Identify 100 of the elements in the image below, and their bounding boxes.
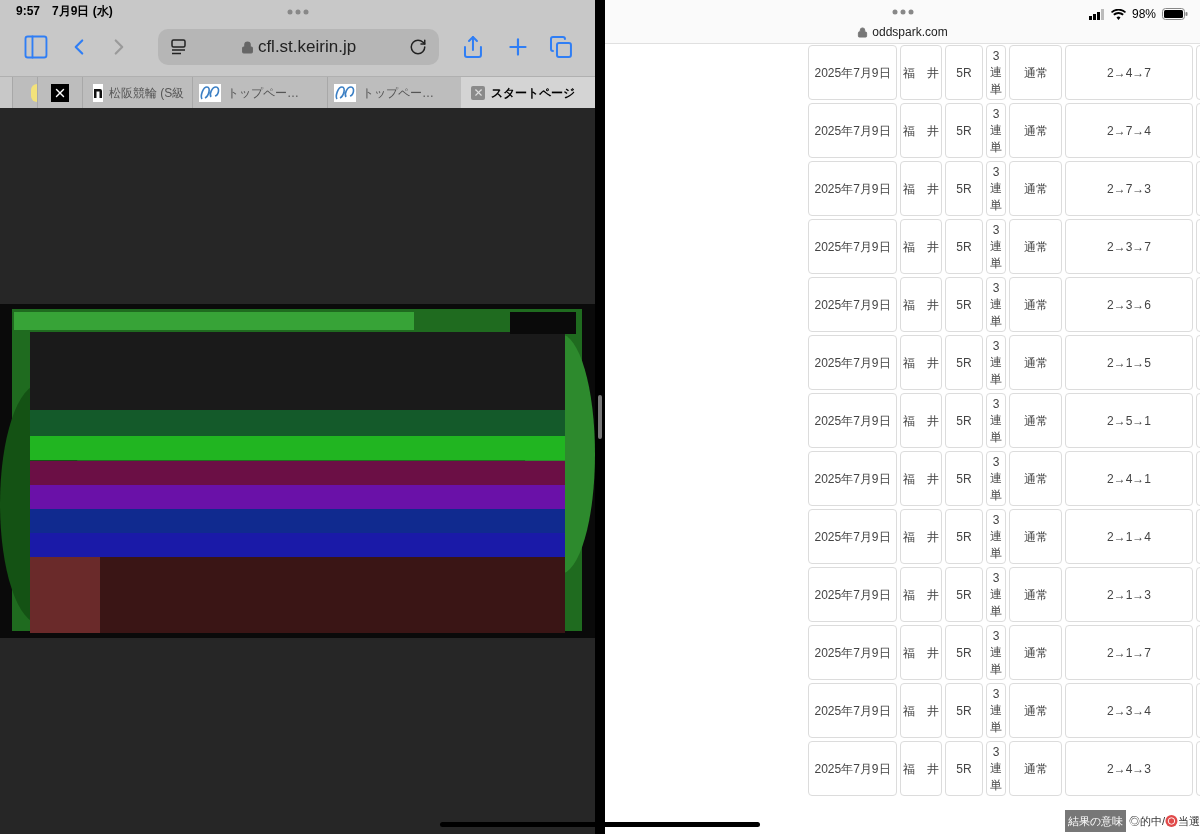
mode-cell: 通常 — [1009, 683, 1062, 738]
date-cell: 2025年7月9日 — [808, 45, 897, 100]
result-cell: 2→4→1 — [1065, 451, 1193, 506]
race-cell: 5R — [945, 335, 983, 390]
date-cell: 2025年7月9日 — [808, 741, 897, 796]
date-cell: 2025年7月9日 — [808, 393, 897, 448]
n-logo-icon — [93, 83, 103, 102]
date-cell: 2025年7月9日 — [808, 567, 897, 622]
date-cell: 2025年7月9日 — [808, 625, 897, 680]
flower-icon — [1165, 814, 1178, 828]
result-cell: 2→4→3 — [1065, 741, 1193, 796]
result-cell: 2→3→6 — [1065, 277, 1193, 332]
url-text: cfl.st.keirin.jp — [257, 36, 357, 59]
mode-cell: 通常 — [1009, 509, 1062, 564]
date-cell: 2025年7月9日 — [808, 683, 897, 738]
date-cell: 2025年7月9日 — [808, 509, 897, 564]
venue-cell: 福 井 — [900, 393, 942, 448]
loop-logo-icon — [199, 83, 221, 102]
date-cell: 2025年7月9日 — [808, 277, 897, 332]
status-time: 9:57 — [16, 3, 41, 20]
bet-type-cell: 3連単 — [986, 741, 1006, 796]
legend-hit: ◎的中/ — [1128, 813, 1166, 829]
browser-tab[interactable]: トップペー… — [327, 77, 461, 108]
date-cell: 2025年7月9日 — [808, 451, 897, 506]
browser-tab[interactable]: 松阪競輪 (S級 — [82, 77, 192, 108]
venue-cell: 福 井 — [900, 161, 942, 216]
venue-cell: 福 井 — [900, 567, 942, 622]
result-cell: 2→1→4 — [1065, 509, 1193, 564]
race-cell: 5R — [945, 103, 983, 158]
result-cell: 2→1→3 — [1065, 567, 1193, 622]
status-date: 7月9日 (水) — [52, 3, 113, 20]
browser-tab[interactable]: トップペー… — [192, 77, 327, 108]
address-bar[interactable]: cfl.st.keirin.jp — [157, 29, 440, 65]
race-cell: 5R — [945, 277, 983, 332]
result-cell: 2→7→3 — [1065, 161, 1193, 216]
bet-type-cell: 3連単 — [986, 277, 1006, 332]
favicon-icon — [31, 83, 37, 102]
multitask-dots-icon[interactable] — [891, 9, 914, 15]
race-cell: 5R — [945, 45, 983, 100]
sidebar-icon[interactable] — [22, 33, 50, 61]
venue-cell: 福 井 — [900, 335, 942, 390]
venue-cell: 福 井 — [900, 683, 942, 738]
race-cell: 5R — [945, 451, 983, 506]
date-cell: 2025年7月9日 — [808, 161, 897, 216]
x-logo-icon — [51, 83, 69, 102]
race-cell: 5R — [945, 625, 983, 680]
mode-cell: 通常 — [1009, 567, 1062, 622]
venue-cell: 福 井 — [900, 509, 942, 564]
legend-win: 当選 — [1178, 813, 1200, 829]
result-cell: 2→7→4 — [1065, 103, 1193, 158]
result-cell: 2→4→7 — [1065, 45, 1193, 100]
venue-cell: 福 井 — [900, 741, 942, 796]
mode-cell: 通常 — [1009, 451, 1062, 506]
tabs-overview-icon[interactable] — [549, 35, 573, 59]
legend-label: 結果の意味 — [1065, 810, 1126, 832]
race-cell: 5R — [945, 567, 983, 622]
wifi-icon — [1110, 8, 1126, 20]
bet-type-cell: 3連単 — [986, 103, 1006, 158]
result-cell: 2→1→5 — [1065, 335, 1193, 390]
race-cell: 5R — [945, 741, 983, 796]
bet-type-cell: 3連単 — [986, 451, 1006, 506]
bet-type-cell: 3連単 — [986, 161, 1006, 216]
bet-type-cell: 3連単 — [986, 335, 1006, 390]
venue-cell: 福 井 — [900, 103, 942, 158]
close-tab-icon[interactable] — [471, 85, 485, 100]
lock-icon — [857, 26, 869, 38]
date-cell: 2025年7月9日 — [808, 335, 897, 390]
page-menu-icon[interactable] — [169, 38, 188, 56]
venue-cell: 福 井 — [900, 45, 942, 100]
venue-cell: 福 井 — [900, 625, 942, 680]
reload-icon[interactable] — [409, 38, 428, 56]
multitask-dots-icon[interactable] — [287, 9, 309, 15]
mode-cell: 通常 — [1009, 335, 1062, 390]
browser-tab[interactable]: スタートページ — [461, 77, 595, 108]
bet-type-cell: 3連単 — [986, 625, 1006, 680]
battery-icon — [1162, 8, 1188, 20]
battery-percent: 98% — [1131, 6, 1156, 23]
bet-type-cell: 3連単 — [986, 683, 1006, 738]
race-cell: 5R — [945, 509, 983, 564]
race-cell: 5R — [945, 161, 983, 216]
mode-cell: 通常 — [1009, 161, 1062, 216]
venue-cell: 福 井 — [900, 451, 942, 506]
mode-cell: 通常 — [1009, 741, 1062, 796]
mode-cell: 通常 — [1009, 625, 1062, 680]
browser-tab[interactable] — [37, 77, 82, 108]
venue-cell: 福 井 — [900, 277, 942, 332]
split-handle[interactable] — [598, 395, 602, 439]
bet-type-cell: 3連単 — [986, 219, 1006, 274]
result-cell: 2→1→7 — [1065, 625, 1193, 680]
bet-type-cell: 3連単 — [986, 45, 1006, 100]
venue-cell: 福 井 — [900, 219, 942, 274]
mode-cell: 通常 — [1009, 277, 1062, 332]
race-cell: 5R — [945, 393, 983, 448]
result-cell: 2→5→1 — [1065, 393, 1193, 448]
mode-cell: 通常 — [1009, 219, 1062, 274]
bet-type-cell: 3連単 — [986, 393, 1006, 448]
result-cell: 2→3→7 — [1065, 219, 1193, 274]
mode-cell: 通常 — [1009, 45, 1062, 100]
race-cell: 5R — [945, 683, 983, 738]
bet-type-cell: 3連単 — [986, 567, 1006, 622]
